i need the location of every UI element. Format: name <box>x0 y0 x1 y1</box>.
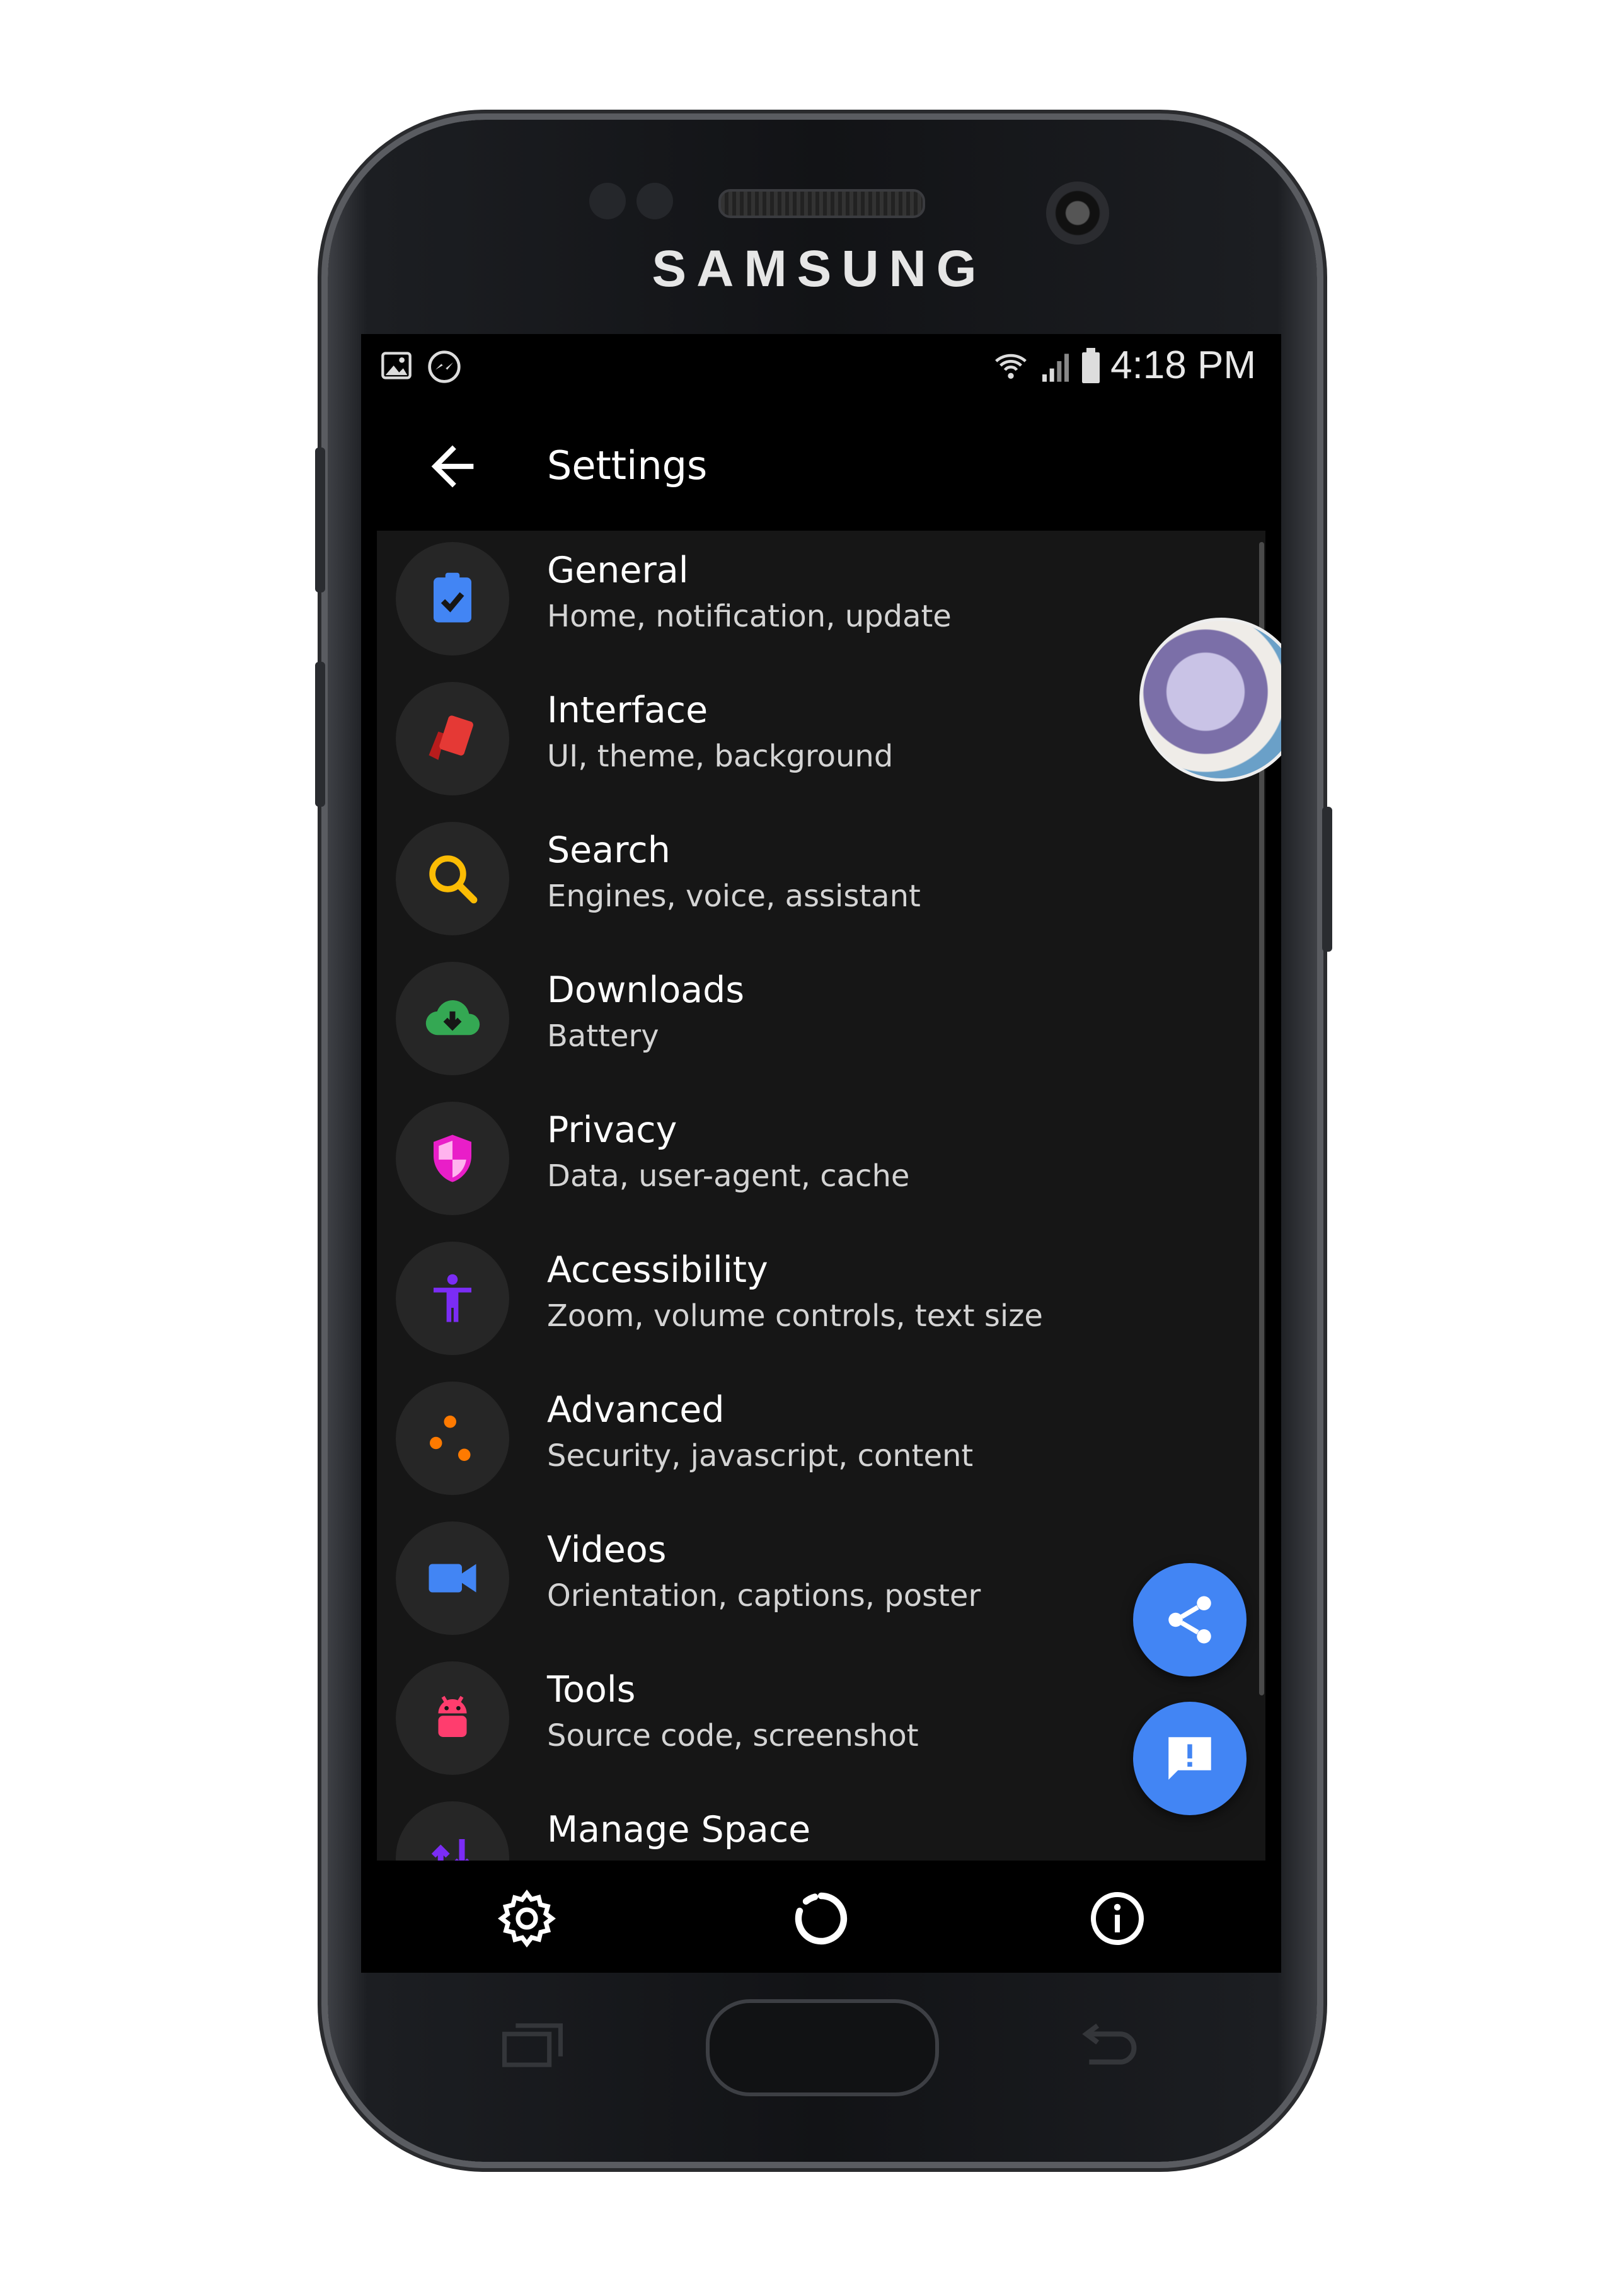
settings-item-subtitle: UI, theme, background <box>547 739 894 774</box>
settings-item-title: Accessibility <box>547 1249 768 1291</box>
icon-circle <box>396 1801 509 1861</box>
settings-item-title: Tools <box>547 1669 636 1711</box>
info-button[interactable] <box>1087 1888 1148 1949</box>
icon-circle <box>396 1521 509 1635</box>
videocam-icon <box>429 1564 476 1593</box>
settings-item-interface[interactable]: Interface UI, theme, background <box>377 671 1265 811</box>
settings-item-accessibility[interactable]: Accessibility Zoom, volume controls, tex… <box>377 1230 1265 1370</box>
settings-item-tools[interactable]: Tools Source code, screenshot <box>377 1650 1265 1790</box>
share-fab[interactable] <box>1133 1563 1247 1677</box>
settings-item-title: Search <box>547 829 671 871</box>
loading-button[interactable] <box>791 1888 851 1949</box>
settings-button[interactable] <box>497 1888 557 1949</box>
settings-item-manage-space[interactable]: Manage Space <box>377 1790 1265 1861</box>
shield-icon <box>434 1134 471 1182</box>
app-bar: Settings <box>377 397 1265 531</box>
image-icon <box>381 352 412 379</box>
clipboard-check-icon <box>434 572 471 623</box>
power-button <box>1322 807 1332 952</box>
settings-item-advanced[interactable]: Advanced Security, javascript, content <box>377 1370 1265 1510</box>
settings-item-subtitle: Source code, screenshot <box>547 1718 919 1753</box>
front-camera <box>1046 182 1109 245</box>
back-key[interactable] <box>1071 2020 1141 2082</box>
status-clock: 4:18 PM <box>1110 343 1256 387</box>
storage-icon <box>431 1839 469 1861</box>
battery-icon <box>1082 347 1100 383</box>
status-bar: 4:18 PM <box>361 334 1281 397</box>
icon-circle <box>396 1242 509 1355</box>
settings-item-subtitle: Home, notification, update <box>547 599 952 634</box>
settings-item-privacy[interactable]: Privacy Data, user-agent, cache <box>377 1090 1265 1230</box>
icon-circle <box>396 1382 509 1495</box>
light-sensor <box>636 183 673 219</box>
cloud-download-icon <box>425 1000 480 1036</box>
settings-item-downloads[interactable]: Downloads Battery <box>377 950 1265 1090</box>
settings-item-title: General <box>547 550 689 591</box>
icon-circle <box>396 962 509 1075</box>
gear-icon <box>498 1890 556 1948</box>
home-button[interactable] <box>706 1999 939 2096</box>
settings-item-title: Downloads <box>547 969 745 1011</box>
recent-apps-key[interactable] <box>498 2020 567 2082</box>
settings-item-subtitle: Battery <box>547 1019 659 1054</box>
settings-item-title: Manage Space <box>547 1809 811 1850</box>
signal-icon <box>1042 353 1069 382</box>
icon-circle <box>396 682 509 795</box>
volume-up-button <box>315 447 325 592</box>
settings-item-title: Privacy <box>547 1109 677 1151</box>
settings-item-subtitle: Zoom, volume controls, text size <box>547 1298 1043 1334</box>
recent-apps-icon <box>502 2023 563 2067</box>
icon-circle <box>396 1661 509 1775</box>
icon-circle <box>396 822 509 935</box>
back-arrow-icon <box>1082 2023 1137 2065</box>
proximity-sensor <box>589 183 626 219</box>
feedback-icon <box>1168 1737 1211 1780</box>
settings-item-subtitle: Data, user-agent, cache <box>547 1158 910 1194</box>
page-title: Settings <box>547 442 708 488</box>
settings-item-videos[interactable]: Videos Orientation, captions, poster <box>377 1510 1265 1650</box>
back-button[interactable] <box>421 435 484 498</box>
settings-item-subtitle: Engines, voice, assistant <box>547 879 921 914</box>
settings-item-subtitle: Orientation, captions, poster <box>547 1578 981 1613</box>
settings-item-search[interactable]: Search Engines, voice, assistant <box>377 811 1265 950</box>
accessibility-icon <box>434 1274 471 1322</box>
settings-item-general[interactable]: General Home, notification, update <box>377 531 1265 671</box>
share-icon <box>1168 1596 1211 1644</box>
brand-logo: SAMSUNG <box>652 240 987 297</box>
loading-icon <box>795 1892 848 1945</box>
android-icon <box>438 1695 467 1737</box>
settings-list: General Home, notification, update Inter… <box>377 531 1265 1861</box>
settings-item-title: Interface <box>547 690 708 731</box>
icon-circle <box>396 1102 509 1215</box>
settings-item-subtitle: Security, javascript, content <box>547 1438 974 1474</box>
earpiece-speaker <box>718 189 925 218</box>
volume-down-button <box>315 662 325 807</box>
settings-item-title: Videos <box>547 1529 667 1571</box>
info-icon <box>1091 1892 1144 1945</box>
wifi-icon <box>995 354 1027 379</box>
screen: 4:18 PM Settings General Home, notificat… <box>361 334 1281 1973</box>
feedback-fab[interactable] <box>1133 1702 1247 1815</box>
search-icon <box>429 855 478 904</box>
messenger-icon <box>428 350 461 383</box>
cards-icon <box>429 715 473 760</box>
dots-icon <box>430 1416 471 1461</box>
settings-item-title: Advanced <box>547 1389 725 1431</box>
bottom-bar <box>377 1861 1265 1973</box>
arrow-left-icon <box>431 445 474 488</box>
icon-circle <box>396 542 509 655</box>
